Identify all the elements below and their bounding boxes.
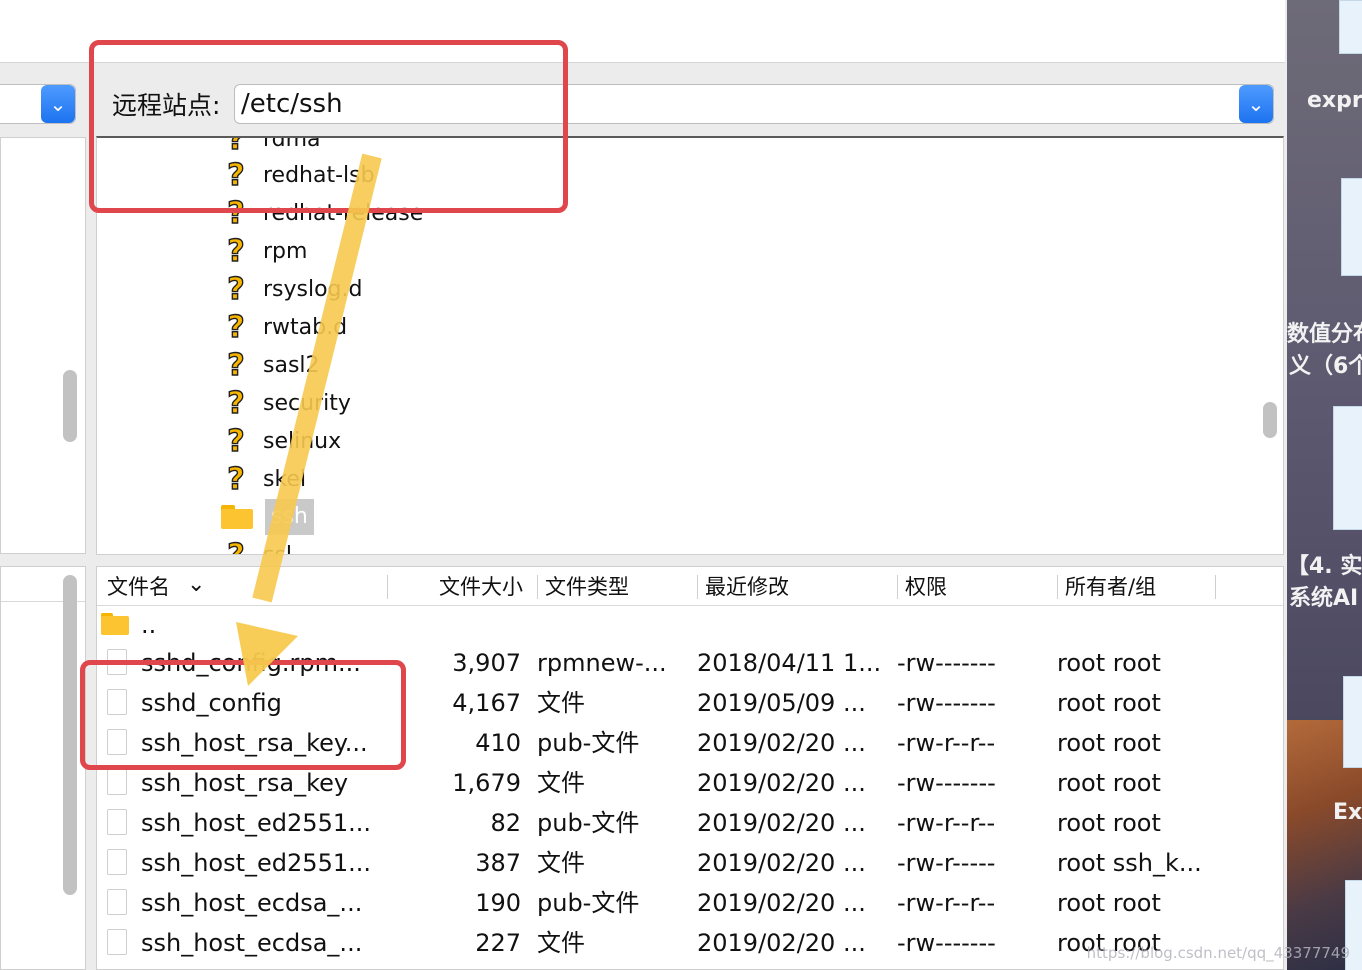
watermark-text: https://blog.csdn.net/qq_43377749	[1086, 944, 1350, 962]
annotation-arrow	[236, 153, 382, 686]
